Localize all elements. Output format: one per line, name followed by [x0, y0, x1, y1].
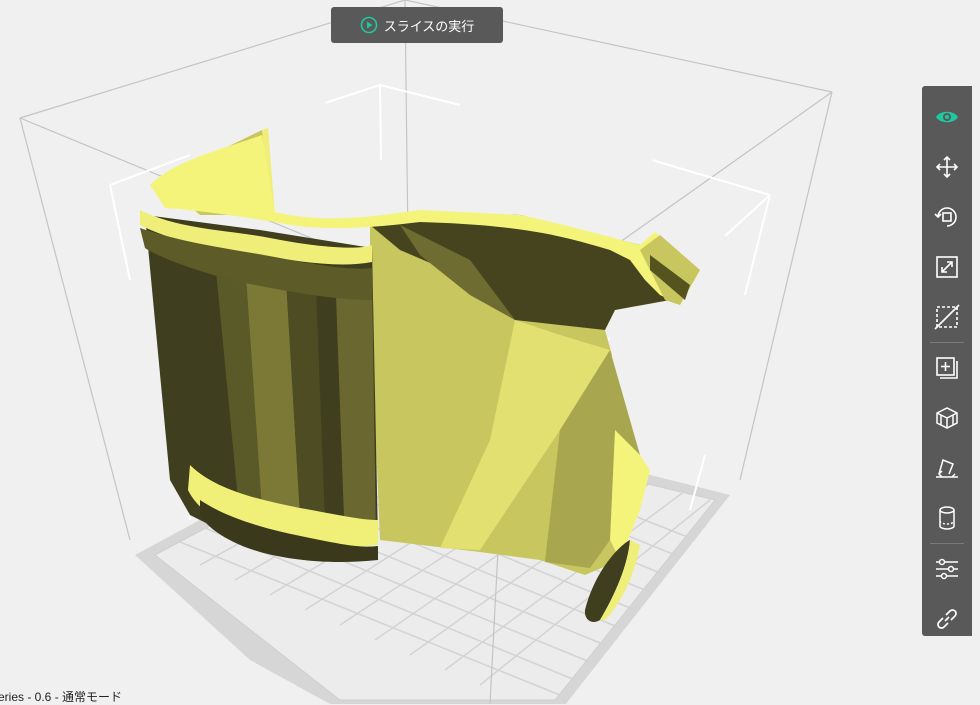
view-tool-button[interactable]	[922, 92, 972, 142]
3d-viewport[interactable]: スライスの実行 eries - 0.6 - 通常モード	[0, 0, 980, 704]
cut-tool-button[interactable]	[922, 292, 972, 342]
add-object-icon	[936, 357, 958, 379]
slice-button-label: スライスの実行	[383, 18, 475, 34]
move-tool-button[interactable]	[922, 142, 972, 192]
scale-icon	[936, 256, 958, 278]
lay-flat-icon	[936, 458, 958, 478]
rotate-icon	[934, 207, 957, 227]
status-bar-text: eries - 0.6 - 通常モード	[0, 690, 123, 704]
eye-icon	[936, 111, 958, 123]
right-toolbar	[922, 86, 972, 636]
add-object-tool-button[interactable]	[922, 343, 972, 393]
link-icon	[937, 609, 957, 629]
link-tool-button[interactable]	[922, 594, 972, 644]
3d-scene[interactable]	[0, 0, 980, 704]
slice-button[interactable]: スライスの実行	[331, 7, 503, 43]
scale-tool-button[interactable]	[922, 242, 972, 292]
play-icon	[360, 16, 378, 34]
settings-tool-button[interactable]	[922, 544, 972, 594]
move-icon	[935, 155, 959, 179]
variable-layer-tool-button[interactable]	[922, 493, 972, 543]
support-icon	[936, 407, 958, 429]
lay-flat-tool-button[interactable]	[922, 443, 972, 493]
cut-icon	[934, 304, 960, 330]
cylinder-icon	[939, 506, 955, 530]
sliders-icon	[936, 558, 958, 580]
support-tool-button[interactable]	[922, 393, 972, 443]
rotate-tool-button[interactable]	[922, 192, 972, 242]
